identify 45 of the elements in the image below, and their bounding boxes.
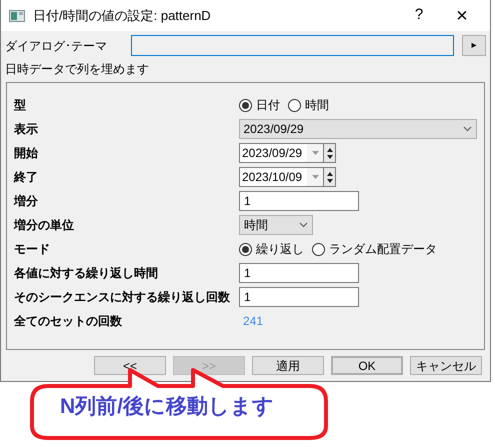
field-label: 増分の単位 — [14, 217, 75, 234]
dropdown[interactable]: 時間 — [239, 215, 313, 235]
description-text: 日時データで列を埋めます — [4, 61, 150, 78]
field-label: そのシークエンスに対する繰り返し回数 — [14, 289, 231, 306]
radio-circle[interactable] — [239, 242, 252, 256]
date-field[interactable]: 2023/09/29 — [239, 143, 307, 163]
radio-option[interactable]: ランダム配置データ — [312, 240, 437, 258]
field-label: 終了 — [14, 169, 39, 186]
radio-label: ランダム配置データ — [329, 241, 437, 258]
dropdown[interactable]: 2023/09/29 — [238, 119, 477, 139]
help-button[interactable]: ? — [404, 4, 434, 27]
field-label: 表示 — [14, 121, 39, 138]
radio-option[interactable]: 繰り返し — [239, 240, 304, 258]
dialog-button[interactable]: OK — [331, 356, 403, 375]
dialog-button[interactable]: キャンセル — [410, 356, 482, 375]
field-label: 全てのセットの回数 — [14, 313, 123, 330]
theme-field[interactable] — [131, 35, 454, 56]
radio-option[interactable]: 時間 — [288, 96, 329, 114]
date-field[interactable]: 2023/10/09 — [239, 167, 307, 187]
close-button[interactable]: × — [442, 6, 482, 26]
theme-menu-button[interactable]: ▸ — [462, 35, 486, 56]
value-text: 241 — [242, 313, 264, 330]
field-label: 増分 — [14, 193, 39, 210]
chevron-down-icon — [463, 126, 472, 132]
field-label: 開始 — [14, 145, 39, 162]
window-title: 日付/時間の値の設定: patternD — [33, 6, 212, 25]
app-icon — [9, 10, 25, 22]
dialog-button[interactable]: 適用 — [252, 356, 324, 375]
theme-label: ダイアログ･テーマ — [5, 38, 108, 54]
spinner-icon[interactable] — [323, 167, 336, 187]
field-label: モード — [14, 241, 51, 258]
field-label: 型 — [14, 97, 27, 114]
chevron-down-icon — [299, 222, 308, 228]
callout-text: N列前/後に移動します — [60, 396, 274, 417]
radio-label: 時間 — [305, 97, 329, 114]
radio-option[interactable]: 日付 — [239, 96, 280, 114]
input-field[interactable]: 1 — [239, 287, 359, 307]
radio-label: 繰り返し — [256, 241, 304, 258]
spinner-icon[interactable] — [323, 143, 336, 163]
dialog-button[interactable]: << — [94, 356, 166, 375]
field-label: 各値に対する繰り返し時間 — [14, 265, 159, 282]
radio-label: 日付 — [256, 97, 280, 114]
input-field[interactable]: 1 — [239, 263, 359, 283]
input-field[interactable]: 1 — [239, 191, 359, 211]
radio-circle[interactable] — [239, 98, 252, 112]
